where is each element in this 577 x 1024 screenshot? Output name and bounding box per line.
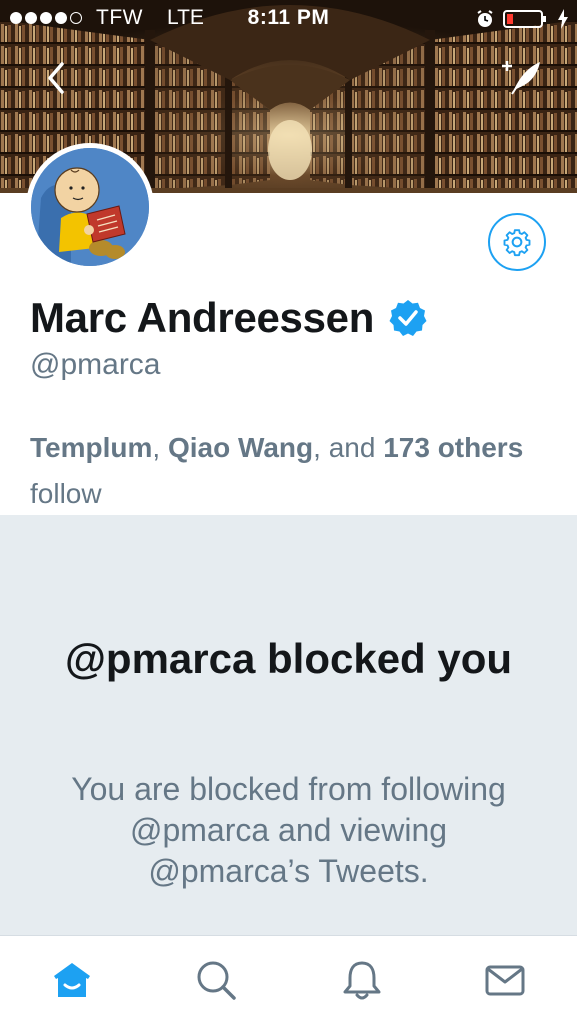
search-icon bbox=[197, 961, 236, 1000]
gear-icon bbox=[503, 229, 531, 257]
follower-name-2: Qiao Wang bbox=[167, 432, 314, 463]
blocked-notice-panel: @pmarca blocked you You are blocked from… bbox=[0, 515, 577, 935]
followers-separator-2: , and bbox=[313, 432, 384, 463]
home-icon bbox=[54, 963, 90, 997]
chevron-left-icon bbox=[48, 62, 64, 94]
profile-settings-button[interactable] bbox=[488, 213, 546, 271]
tab-search[interactable] bbox=[194, 958, 238, 1002]
bell-icon bbox=[343, 961, 381, 1000]
back-button[interactable] bbox=[40, 58, 74, 98]
compose-quill-icon bbox=[502, 61, 540, 95]
battery-icon bbox=[503, 10, 546, 28]
tab-notifications[interactable] bbox=[340, 958, 384, 1002]
blocked-title: @pmarca blocked you bbox=[64, 635, 513, 682]
verified-badge-icon bbox=[389, 300, 427, 336]
alarm-icon bbox=[477, 10, 493, 27]
charlie-brown-reading-illustration bbox=[31, 148, 149, 266]
tab-messages[interactable] bbox=[483, 958, 527, 1002]
followers-separator-1: , bbox=[152, 432, 168, 463]
profile-handle: @pmarca bbox=[30, 348, 161, 381]
profile-name-row: Marc Andreessen bbox=[30, 294, 428, 342]
profile-avatar[interactable] bbox=[26, 143, 154, 271]
follower-name-1: Templum bbox=[30, 432, 153, 463]
charging-bolt-icon bbox=[558, 9, 568, 29]
status-bar: TFW LTE 8:11 PM bbox=[0, 0, 577, 38]
followers-count: 173 bbox=[383, 432, 430, 463]
blocked-description: You are blocked from following @pmarca a… bbox=[71, 771, 506, 889]
tab-home[interactable] bbox=[50, 958, 94, 1002]
followers-suffix: follow bbox=[30, 478, 102, 509]
profile-name: Marc Andreessen bbox=[30, 294, 375, 341]
followers-you-know[interactable]: Templum, Qiao Wang, and 173 others follo… bbox=[30, 425, 550, 517]
bottom-tab-bar bbox=[0, 935, 577, 1024]
status-bar-right bbox=[475, 8, 569, 30]
followers-others-label: others bbox=[437, 432, 524, 463]
avatar-image bbox=[31, 148, 149, 266]
envelope-icon bbox=[485, 965, 525, 996]
compose-tweet-button[interactable] bbox=[498, 58, 544, 98]
